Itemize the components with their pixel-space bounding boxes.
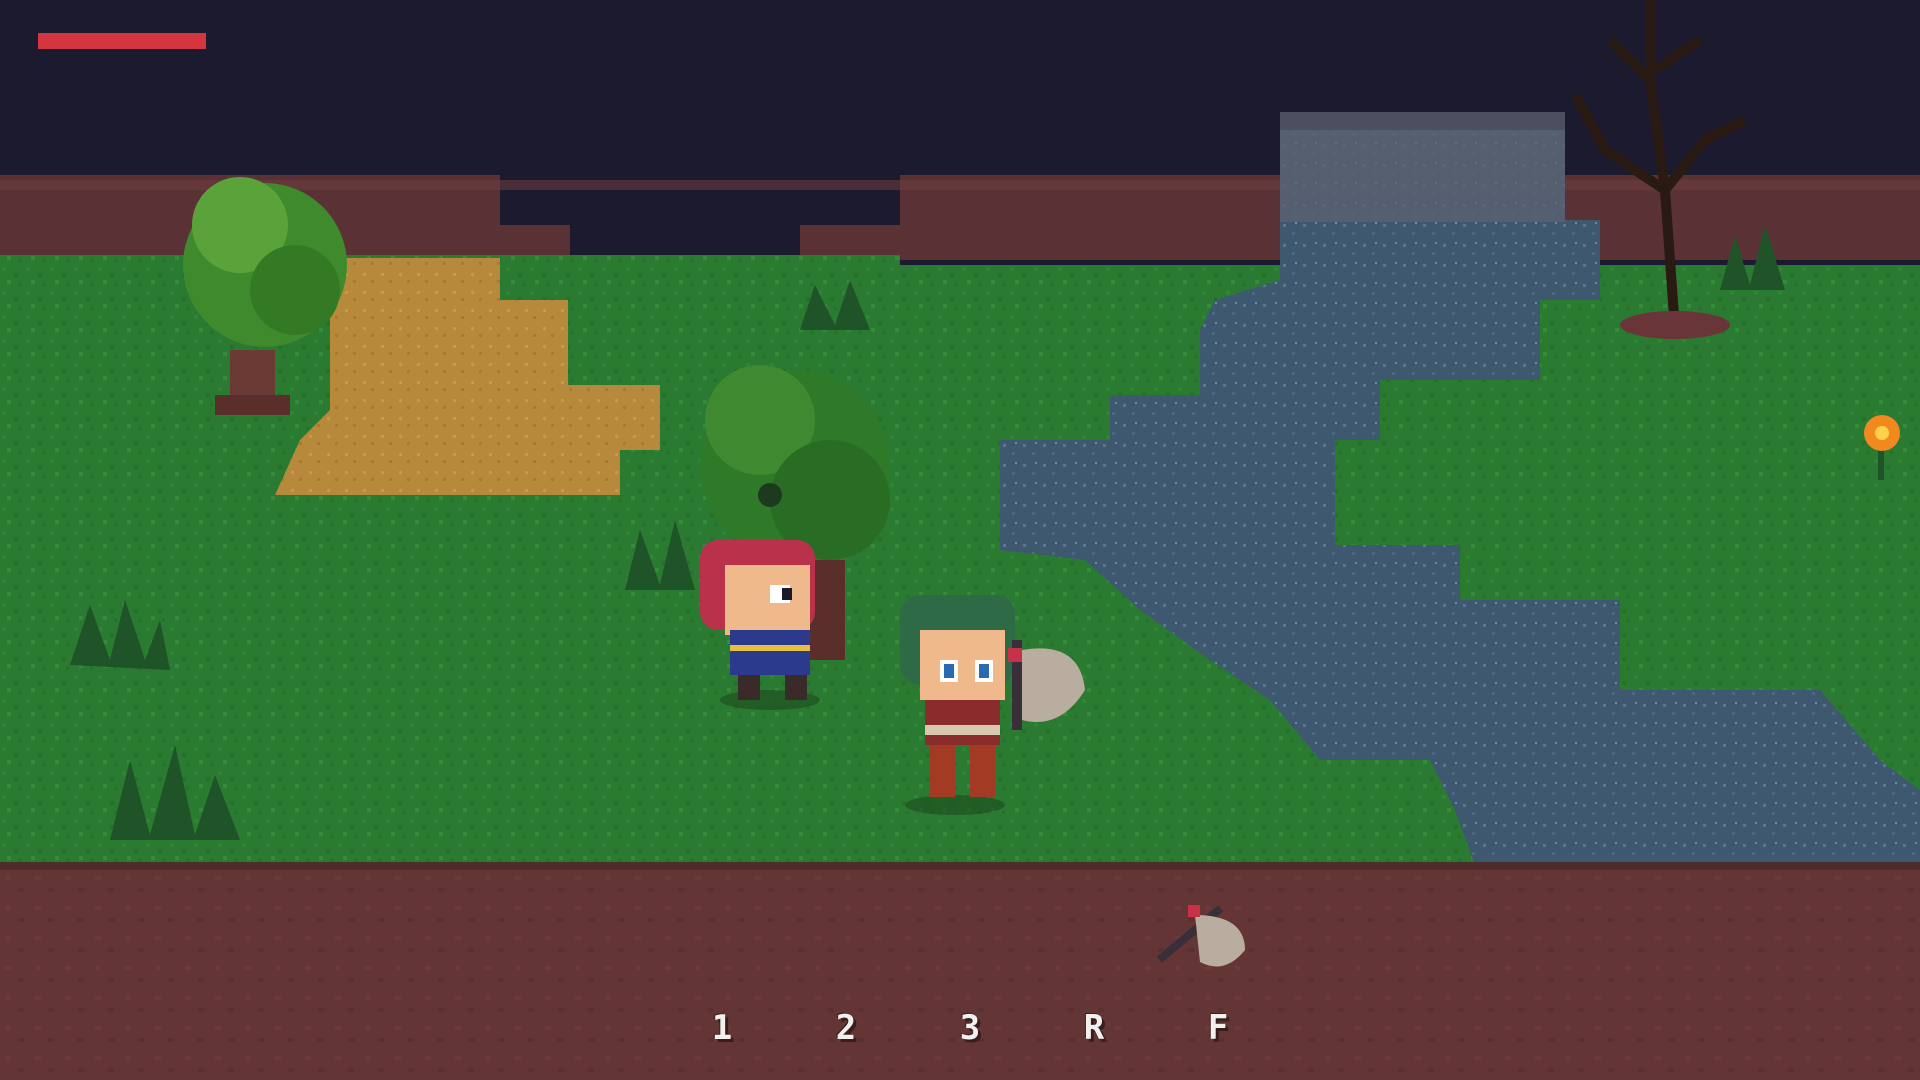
health-bar	[38, 33, 206, 49]
game-viewport[interactable]: 1 2 3 R F	[0, 0, 1920, 1080]
health-fill	[38, 33, 206, 49]
hotkey-1[interactable]: 1	[660, 1003, 784, 1053]
world-map	[0, 0, 1920, 1080]
hotkey-3[interactable]: 3	[908, 1003, 1032, 1053]
hotkey-r[interactable]: R	[1032, 1003, 1156, 1053]
hotbar: 1 2 3 R F	[660, 1003, 1280, 1053]
hotkey-2[interactable]: 2	[784, 1003, 908, 1053]
hotkey-f[interactable]: F	[1156, 1003, 1280, 1053]
